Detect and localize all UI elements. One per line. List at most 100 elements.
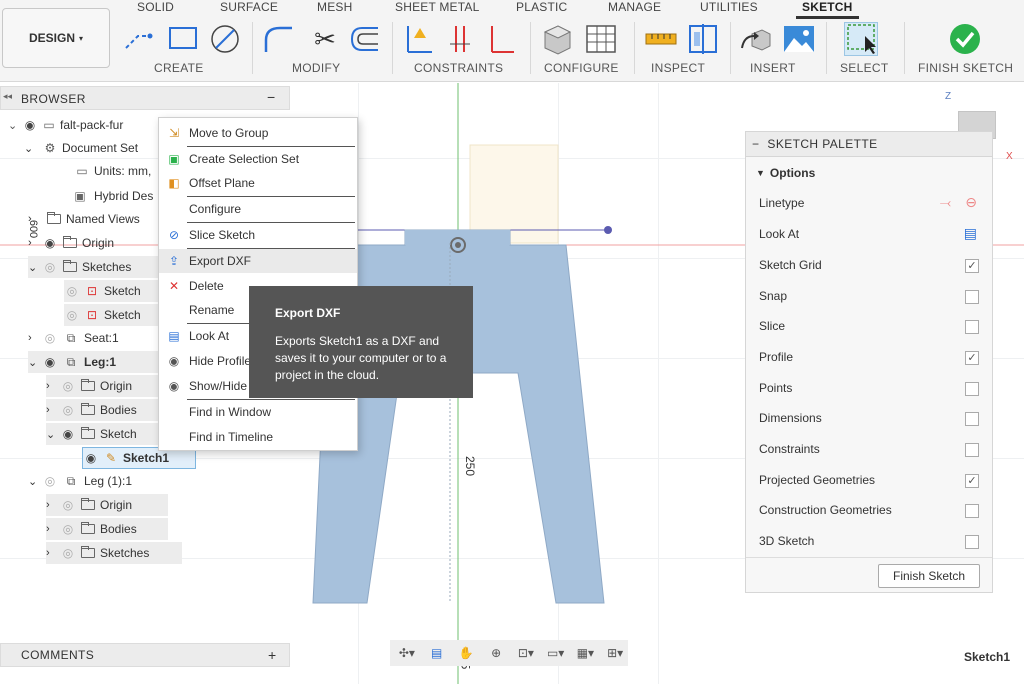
look-at-icon[interactable]: ▤ bbox=[964, 225, 977, 242]
tree-row-seat[interactable]: › ◎ ⧉ Seat:1 bbox=[28, 327, 119, 349]
display-settings-icon[interactable]: ▭▾ bbox=[543, 643, 569, 663]
eye-icon[interactable]: ◉ bbox=[83, 451, 99, 465]
menu-item-find-in-timeline[interactable]: Find in Timeline bbox=[159, 425, 357, 449]
offset-tool-icon[interactable] bbox=[348, 22, 382, 56]
insert-image-icon[interactable] bbox=[782, 22, 816, 56]
section-analysis-icon[interactable] bbox=[686, 22, 720, 56]
eye-hidden-icon[interactable]: ◎ bbox=[60, 498, 76, 512]
coincident-constraint-icon[interactable] bbox=[402, 22, 436, 56]
3d-sketch-checkbox[interactable] bbox=[965, 535, 979, 549]
group-insert-label[interactable]: INSERT bbox=[750, 61, 796, 75]
chevron-right-icon[interactable]: › bbox=[28, 332, 42, 344]
tab-surface[interactable]: SURFACE bbox=[220, 0, 278, 14]
trim-scissors-icon[interactable]: ✂ bbox=[308, 22, 342, 56]
centerline-linetype-icon[interactable]: ⊖ bbox=[965, 194, 977, 211]
menu-item-move-to-group[interactable]: ⇲ Move to Group bbox=[159, 121, 357, 145]
options-section-toggle[interactable]: ▼ Options bbox=[756, 166, 815, 180]
insert-derive-icon[interactable] bbox=[740, 22, 774, 56]
tree-row-leg2-origin[interactable]: › ◎ Origin bbox=[46, 494, 168, 516]
add-comment-icon[interactable]: + bbox=[268, 647, 277, 663]
tree-row-sketch-a[interactable]: ◎ ⊡ Sketch bbox=[64, 280, 158, 302]
orbit-icon[interactable]: ✣▾ bbox=[394, 643, 420, 663]
tree-row-leg2[interactable]: ⌄ ◎ ⧉ Leg (1):1 bbox=[28, 470, 132, 492]
tree-row-leg2-bodies[interactable]: › ◎ Bodies bbox=[46, 518, 168, 540]
tree-row-origin[interactable]: › ◉ Origin bbox=[28, 232, 114, 254]
chevron-down-icon[interactable]: ⌄ bbox=[46, 428, 60, 441]
chevron-right-icon[interactable]: › bbox=[46, 404, 60, 416]
chevron-right-icon[interactable]: › bbox=[46, 380, 60, 392]
finish-sketch-check-icon[interactable] bbox=[948, 22, 982, 56]
rectangle-tool-icon[interactable] bbox=[166, 22, 200, 56]
menu-item-offset-plane[interactable]: ◧ Offset Plane bbox=[159, 171, 357, 195]
group-configure-label[interactable]: CONFIGURE bbox=[544, 61, 619, 75]
workspace-switcher-button[interactable]: DESIGN ▾ bbox=[2, 8, 110, 68]
tree-row-leg-bodies[interactable]: › ◎ Bodies bbox=[46, 399, 158, 421]
projected-geometries-checkbox[interactable]: ✓ bbox=[965, 474, 979, 488]
finish-sketch-button[interactable]: Finish Sketch bbox=[878, 564, 980, 588]
tree-row-leg-sketches[interactable]: ⌄ ◉ Sketch bbox=[46, 423, 158, 445]
chevron-right-icon[interactable]: › bbox=[46, 547, 60, 559]
chevron-down-icon[interactable]: ⌄ bbox=[28, 475, 42, 488]
eye-hidden-icon[interactable]: ◎ bbox=[42, 260, 58, 274]
parallel-constraint-icon[interactable] bbox=[444, 22, 478, 56]
tree-row-leg2-sketches[interactable]: › ◎ Sketches bbox=[46, 542, 182, 564]
chevron-down-icon[interactable]: ⌄ bbox=[8, 119, 22, 132]
sketch-grid-checkbox[interactable]: ✓ bbox=[965, 259, 979, 273]
browser-panel-header[interactable]: ◂◂ BROWSER − bbox=[0, 86, 290, 110]
minimize-icon[interactable]: − bbox=[752, 137, 759, 151]
group-inspect-label[interactable]: INSPECT bbox=[651, 61, 705, 75]
tree-row-document-settings[interactable]: ⌄ ⚙ Document Set bbox=[24, 137, 138, 159]
tree-row-leg-origin[interactable]: › ◎ Origin bbox=[46, 375, 158, 397]
eye-icon[interactable]: ◉ bbox=[42, 236, 58, 250]
line-tool-icon[interactable] bbox=[122, 22, 156, 56]
eye-icon[interactable]: ◉ bbox=[60, 427, 76, 441]
eye-icon[interactable]: ◉ bbox=[22, 118, 38, 132]
group-finish-sketch-label[interactable]: FINISH SKETCH bbox=[918, 61, 1013, 75]
viewports-icon[interactable]: ⊞▾ bbox=[602, 643, 628, 663]
tab-sketch[interactable]: SKETCH bbox=[796, 0, 859, 19]
menu-item-export-dxf[interactable]: ⇪ Export DXF bbox=[159, 249, 357, 273]
chevron-down-icon[interactable]: ⌄ bbox=[28, 261, 42, 274]
configure-cube-icon[interactable] bbox=[540, 22, 574, 56]
menu-item-slice-sketch[interactable]: ⊘ Slice Sketch bbox=[159, 223, 357, 247]
pan-hand-icon[interactable]: ✋ bbox=[454, 643, 480, 663]
chevron-down-icon[interactable]: ⌄ bbox=[24, 142, 38, 155]
minimize-icon[interactable]: − bbox=[267, 89, 275, 105]
palette-header[interactable]: − SKETCH PALETTE bbox=[746, 132, 992, 157]
points-checkbox[interactable] bbox=[965, 382, 979, 396]
construction-linetype-icon[interactable]: ⤙ bbox=[940, 194, 951, 211]
chevron-down-icon[interactable]: ⌄ bbox=[28, 356, 42, 369]
eye-hidden-icon[interactable]: ◎ bbox=[64, 284, 80, 298]
tab-manage[interactable]: MANAGE bbox=[608, 0, 661, 14]
tree-row-units[interactable]: ▭ Units: mm, bbox=[70, 160, 151, 182]
select-window-icon[interactable] bbox=[844, 22, 878, 56]
fit-icon[interactable]: ⊡▾ bbox=[513, 643, 539, 663]
profile-checkbox[interactable]: ✓ bbox=[965, 351, 979, 365]
tree-row-leg[interactable]: ⌄ ◉ ⧉ Leg:1 bbox=[28, 351, 158, 373]
chevron-right-icon[interactable]: › bbox=[46, 523, 60, 535]
group-select-label[interactable]: SELECT bbox=[840, 61, 888, 75]
construction-geometries-checkbox[interactable] bbox=[965, 504, 979, 518]
tree-row-root[interactable]: ⌄ ◉ ▭ falt-pack-fur bbox=[8, 114, 123, 136]
eye-hidden-icon[interactable]: ◎ bbox=[60, 546, 76, 560]
chevron-right-icon[interactable]: › bbox=[28, 237, 42, 249]
dimension-label-250[interactable]: 250 bbox=[463, 456, 477, 476]
tree-row-hybrid[interactable]: ▣ Hybrid Des bbox=[66, 185, 153, 207]
tree-row-named-views[interactable]: › Named Views bbox=[28, 208, 140, 230]
tab-sheet-metal[interactable]: SHEET METAL bbox=[395, 0, 479, 14]
menu-item-create-selection-set[interactable]: ▣ Create Selection Set bbox=[159, 147, 357, 171]
menu-item-configure[interactable]: Configure bbox=[159, 197, 357, 221]
look-at-icon[interactable]: ▤ bbox=[424, 643, 450, 663]
fillet-tool-icon[interactable] bbox=[262, 22, 296, 56]
configure-table-icon[interactable] bbox=[584, 22, 618, 56]
grid-settings-icon[interactable]: ▦▾ bbox=[573, 643, 599, 663]
eye-icon[interactable]: ◉ bbox=[42, 355, 58, 369]
chevron-right-icon[interactable]: › bbox=[46, 499, 60, 511]
tab-utilities[interactable]: UTILITIES bbox=[700, 0, 758, 14]
menu-item-find-in-window[interactable]: Find in Window bbox=[159, 400, 357, 424]
group-constraints-label[interactable]: CONSTRAINTS bbox=[414, 61, 503, 75]
group-modify-label[interactable]: MODIFY bbox=[292, 61, 340, 75]
tree-row-sketches[interactable]: ⌄ ◎ Sketches bbox=[28, 256, 158, 278]
tab-plastic[interactable]: PLASTIC bbox=[516, 0, 567, 14]
eye-hidden-icon[interactable]: ◎ bbox=[64, 308, 80, 322]
